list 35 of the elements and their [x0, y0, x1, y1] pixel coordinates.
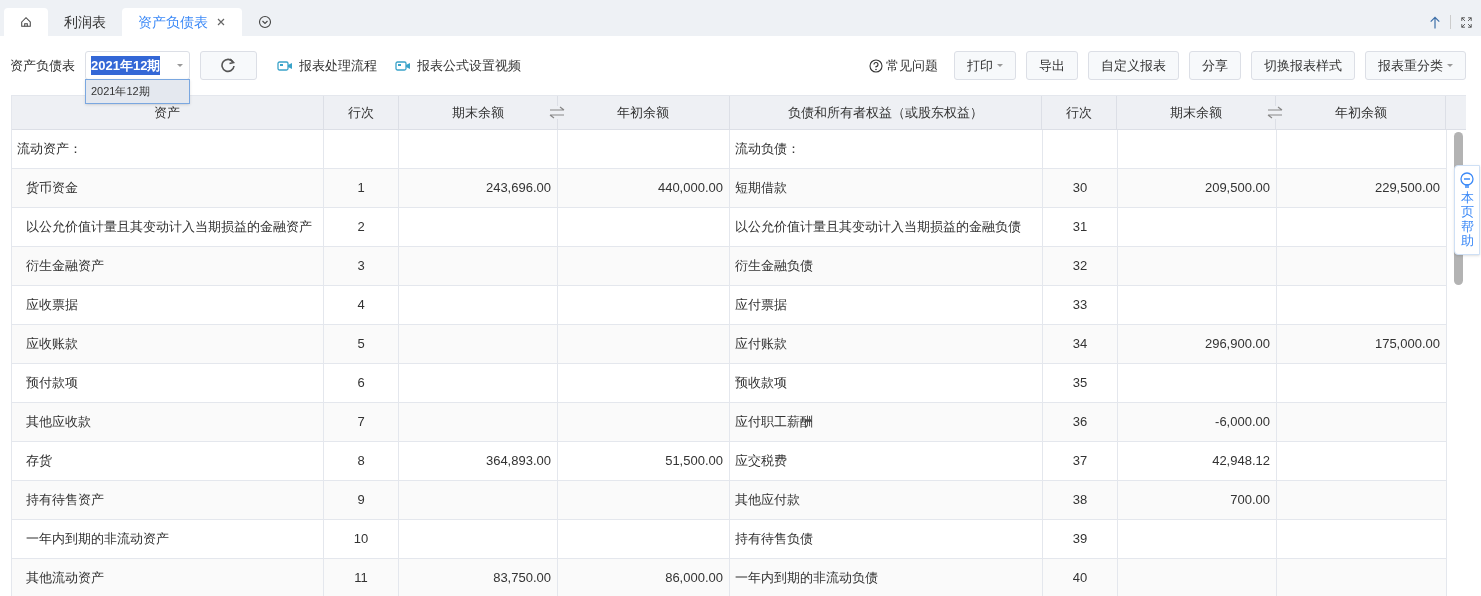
faq-link[interactable]: 常见问题	[869, 55, 938, 76]
tab[interactable]: 资产负债表	[122, 8, 242, 36]
help-tooltip[interactable]: 本页帮助	[1454, 165, 1480, 256]
table-cell: 40	[1043, 559, 1118, 596]
table-cell: 86,000.00	[558, 559, 730, 596]
home-icon	[20, 15, 32, 29]
scroll-top-button[interactable]	[1428, 14, 1442, 30]
toolbar-button[interactable]: 打印	[954, 51, 1016, 80]
caret-icon	[1447, 64, 1453, 67]
toolbar-button[interactable]: 切换报表样式	[1251, 51, 1355, 80]
toolbar-button[interactable]: 自定义报表	[1088, 51, 1179, 80]
refresh-icon	[221, 58, 236, 73]
dropdown-option[interactable]: 2021年12期	[86, 80, 189, 103]
video-link[interactable]: 报表处理流程	[277, 55, 377, 76]
toolbar-button[interactable]: 分享	[1189, 51, 1241, 80]
lightbulb-icon	[1459, 172, 1475, 189]
chevron-circle-icon	[258, 15, 272, 29]
arrow-up-icon	[1429, 14, 1441, 30]
video-link[interactable]: 报表公式设置视频	[395, 55, 521, 76]
question-icon	[869, 58, 883, 73]
caret-icon	[177, 64, 183, 67]
caret-icon	[997, 64, 1003, 67]
home-tab[interactable]	[4, 8, 48, 36]
report-label: 资产负债表	[10, 56, 75, 75]
table-cell: 11	[324, 559, 399, 596]
toolbar-button[interactable]: 导出	[1026, 51, 1078, 80]
refresh-button[interactable]	[200, 51, 257, 80]
table-cell: 83,750.00	[399, 559, 558, 596]
table-cell: 其他流动资产	[12, 559, 324, 596]
table-cell: 一年内到期的非流动负债	[730, 559, 1043, 596]
fullscreen-button[interactable]	[1459, 15, 1473, 29]
video-camera-icon	[277, 58, 293, 73]
toolbar-button[interactable]: 报表重分类	[1365, 51, 1466, 80]
video-camera-icon	[395, 58, 411, 73]
fullscreen-icon	[1460, 16, 1472, 28]
